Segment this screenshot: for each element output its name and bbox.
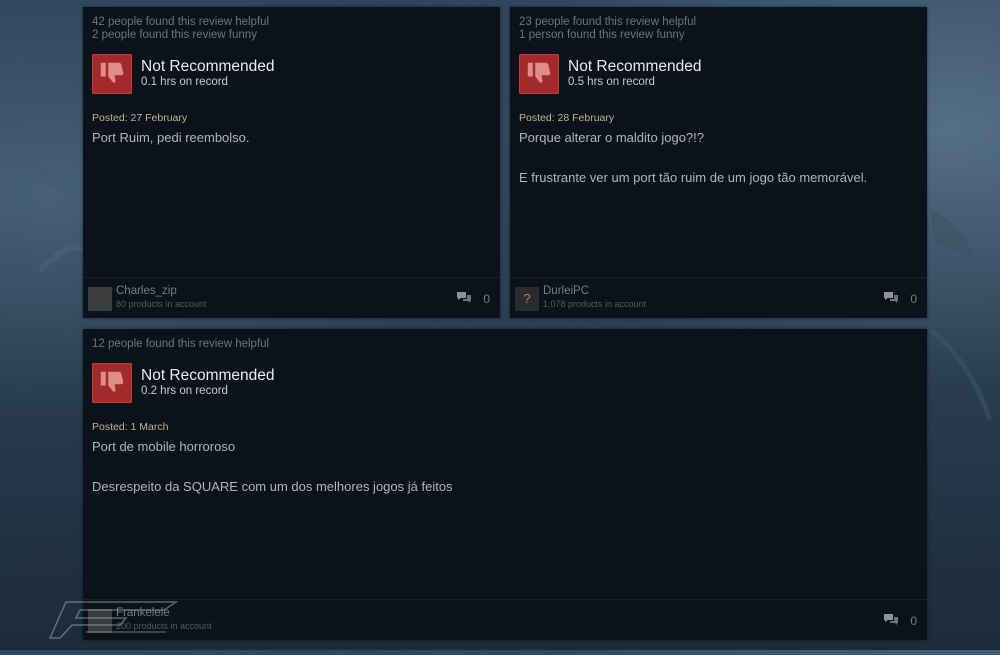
review-footer: Charles_zip 80 products in account 0 [83,277,500,318]
verdict-title[interactable]: Not Recommended [141,58,275,76]
verdict-title[interactable]: Not Recommended [141,367,275,385]
avatar[interactable] [88,609,112,633]
review-card: 12 people found this review helpful Not … [83,329,927,640]
comment-count: 0 [483,292,490,306]
review-body: Port Ruim, pedi reembolso. [92,128,486,168]
review-card: 23 people found this review helpful 1 pe… [510,7,927,318]
helpful-count: 42 people found this review helpful 2 pe… [92,16,270,41]
avatar[interactable] [88,287,112,311]
review-text: Port de mobile horroroso [92,439,236,454]
comment-count: 0 [910,614,917,628]
comment-count: 0 [910,292,917,306]
helpful-count: 23 people found this review helpful 1 pe… [519,16,697,41]
verdict-title[interactable]: Not Recommended [568,58,702,76]
review-card: 42 people found this review helpful 2 pe… [83,7,500,318]
helpful-count: 12 people found this review helpful [92,338,270,350]
comment-icon [457,292,471,303]
hours-on-record: 0.2 hrs on record [141,385,228,397]
review-text: Port Ruim, pedi reembolso. [92,130,250,145]
thumbs-down-icon [519,54,559,94]
review-footer: ? DurleiPC 1,078 products in account 0 [510,277,927,318]
username[interactable]: DurleiPC [543,285,589,297]
review-body: Porque alterar o maldito jogo?!? E frust… [519,128,913,208]
comment-icon [884,614,898,625]
avatar[interactable]: ? [515,287,539,311]
product-count: 80 products in account [116,299,207,309]
product-count: 200 products in account [116,621,212,631]
review-body: Port de mobile horroroso Desrespeito da … [92,437,913,517]
review-text: Desrespeito da SQUARE com um dos melhore… [92,479,453,494]
review-footer: Frankelele 200 products in account 0 [83,599,927,640]
hours-on-record: 0.5 hrs on record [568,76,655,88]
product-count: 1,078 products in account [543,299,647,309]
username[interactable]: Frankelele [116,607,170,619]
posted-date: Posted: 1 March [92,421,169,433]
review-text: Porque alterar o maldito jogo?!? [519,130,705,145]
comment-icon [884,292,898,303]
review-text: E frustrante ver um port tão ruim de um … [519,170,868,185]
posted-date: Posted: 27 February [92,112,188,124]
posted-date: Posted: 28 February [519,112,615,124]
username[interactable]: Charles_zip [116,285,177,297]
thumbs-down-icon [92,363,132,403]
hours-on-record: 0.1 hrs on record [141,76,228,88]
thumbs-down-icon [92,54,132,94]
